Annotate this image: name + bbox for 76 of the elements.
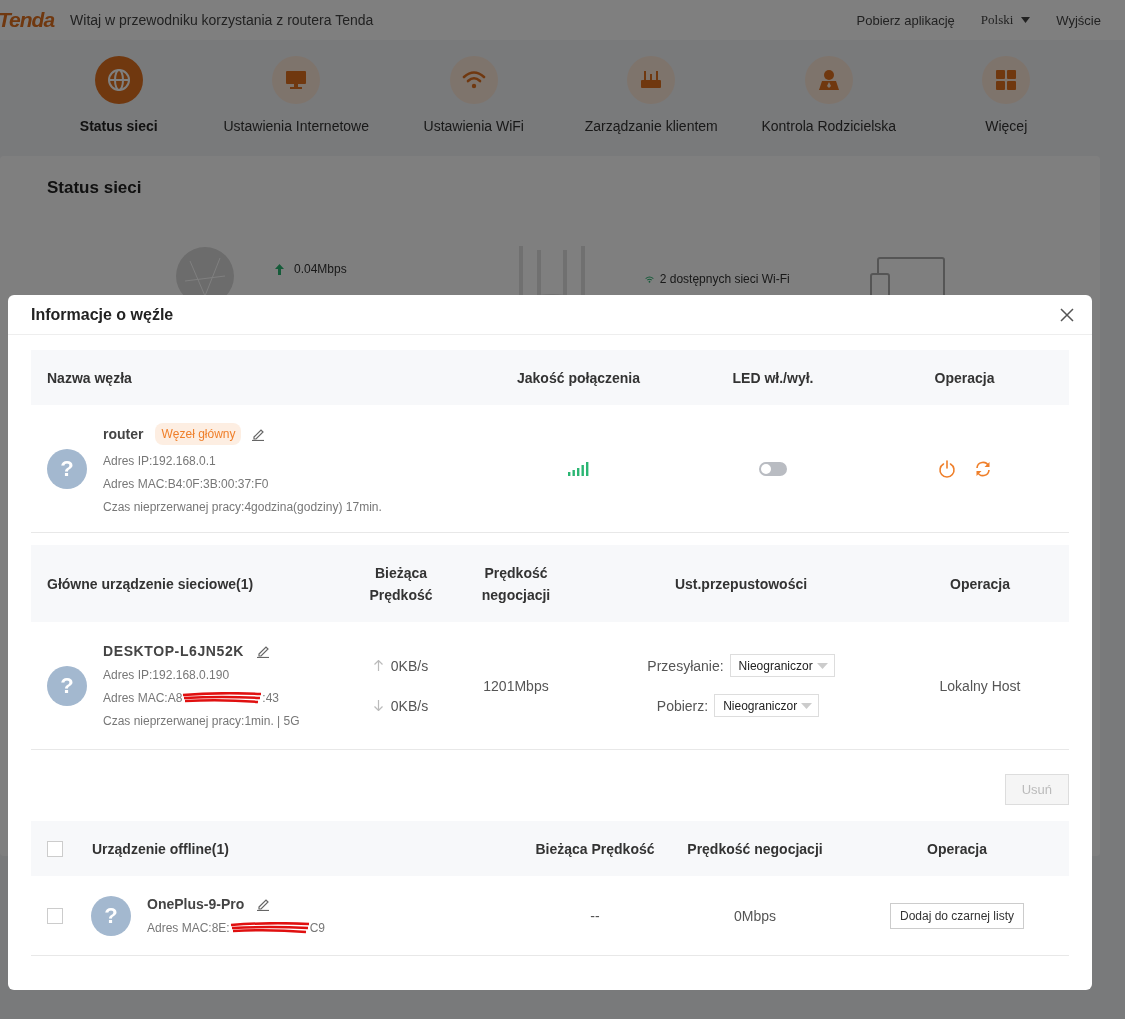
nav-tab[interactable]: Zarządzanie klientem bbox=[571, 56, 732, 134]
header-link[interactable]: Wyjście bbox=[1056, 12, 1101, 28]
dialog-title: Informacje o węźle bbox=[31, 305, 175, 324]
column-header: LED wł./wył. bbox=[731, 369, 815, 386]
caret-icon bbox=[801, 702, 813, 709]
column-header: Główne urządzenie sieciowe(1) bbox=[46, 575, 255, 592]
device-name: router bbox=[103, 426, 144, 442]
mac-address: Adres MAC:8E: bbox=[147, 921, 230, 935]
operation-text: Lokalny Host bbox=[939, 677, 1021, 694]
column-header: Prędkość negocjacji bbox=[480, 563, 552, 605]
power-icon[interactable] bbox=[937, 459, 956, 478]
mac-address: Adres MAC:B4:0F:3B:00:37:F0 bbox=[103, 477, 270, 491]
nav-tab[interactable]: Ustawienia Internetowe bbox=[216, 56, 377, 134]
upload-speed: 0KB/s bbox=[390, 657, 429, 674]
upload-speed: 0.04Mbps bbox=[294, 262, 347, 276]
nav-tab[interactable]: Ustawienia WiFi bbox=[393, 56, 554, 134]
wifi-networks-count: 2 dostępnych sieci Wi-Fi bbox=[659, 272, 790, 286]
avatar: ? bbox=[47, 448, 87, 489]
globe-icon bbox=[106, 68, 131, 92]
close-icon[interactable] bbox=[1060, 307, 1074, 322]
nav-tab[interactable]: Więcej bbox=[926, 56, 1087, 134]
wifi-icon bbox=[644, 273, 654, 285]
avatar: ? bbox=[47, 665, 87, 706]
column-header: Ust.przepustowości bbox=[673, 575, 809, 592]
welcome-text: Witaj w przewodniku korzystania z routera Tenda bbox=[70, 12, 375, 28]
uptime-text: Czas nieprzerwanej pracy:1min. | 5G bbox=[103, 714, 300, 728]
language-dropdown[interactable]: Polski bbox=[980, 12, 1031, 28]
field-label: Przesyłanie: bbox=[647, 657, 724, 674]
up-arrow-icon bbox=[373, 660, 383, 671]
column-header: Nazwa węzła bbox=[46, 369, 133, 386]
row-checkbox[interactable] bbox=[47, 907, 63, 924]
column-header: Prędkość negocjacji bbox=[686, 840, 824, 857]
person-icon bbox=[816, 68, 841, 92]
uptime-text: Czas nieprzerwanej pracy:4godzina(godziny) 17min. bbox=[103, 500, 382, 514]
refresh-icon[interactable] bbox=[973, 459, 992, 478]
column-header: Urządzenie offline(1) bbox=[91, 840, 230, 857]
signal-icon bbox=[567, 461, 590, 476]
down-arrow-icon bbox=[373, 700, 383, 711]
led-toggle[interactable] bbox=[759, 461, 787, 476]
negotiated-speed: 0Mbps bbox=[734, 907, 776, 924]
mac-address: :43 bbox=[262, 691, 280, 705]
nav-tab[interactable]: Status sieci bbox=[38, 56, 199, 134]
mac-address: Adres MAC:A8 bbox=[103, 691, 183, 705]
main-node-tag: Węzeł główny bbox=[155, 423, 242, 445]
mac-address: C9 bbox=[309, 921, 326, 935]
device-name: OnePlus-9-Pro bbox=[147, 896, 245, 912]
avatar: ? bbox=[91, 895, 131, 936]
ip-address: Adres IP:192.168.0.1 bbox=[103, 454, 217, 468]
column-header: Bieżąca Prędkość bbox=[368, 563, 434, 605]
pencil-icon[interactable] bbox=[256, 897, 271, 911]
caret-icon bbox=[1021, 17, 1031, 23]
caret-icon bbox=[816, 662, 828, 669]
device-name: DESKTOP-L6JN52K bbox=[103, 643, 244, 659]
column-header: Bieżąca Prędkość bbox=[534, 840, 656, 857]
download-speed: 0KB/s bbox=[390, 697, 429, 714]
section-title: Status sieci bbox=[47, 178, 143, 198]
column-header: Operacja bbox=[926, 840, 988, 857]
pencil-icon[interactable] bbox=[251, 427, 266, 441]
header-link[interactable]: Pobierz aplikację bbox=[856, 12, 955, 28]
nav-tab[interactable]: Kontrola Rodzicielska bbox=[748, 56, 909, 134]
ip-address: Adres IP:192.168.0.190 bbox=[103, 668, 231, 682]
logo: Tenda bbox=[0, 8, 55, 32]
blacklist-button[interactable]: Dodaj do czarnej listy bbox=[889, 902, 1025, 929]
negotiated-speed: 1201Mbps bbox=[483, 677, 549, 694]
monitor-icon bbox=[284, 68, 309, 92]
current-speed: -- bbox=[590, 907, 600, 924]
field-label: Pobierz: bbox=[656, 697, 709, 714]
column-header: Jakość połączenia bbox=[516, 369, 641, 386]
up-arrow-icon bbox=[275, 263, 284, 275]
column-header: Operacja bbox=[949, 575, 1011, 592]
column-header: Operacja bbox=[933, 369, 996, 386]
select-all-checkbox[interactable] bbox=[47, 840, 63, 857]
grid-icon bbox=[994, 68, 1019, 92]
limit-dropdown[interactable]: Nieograniczor bbox=[729, 654, 835, 677]
limit-dropdown[interactable]: Nieograniczor bbox=[714, 694, 820, 717]
pencil-icon[interactable] bbox=[256, 644, 270, 658]
